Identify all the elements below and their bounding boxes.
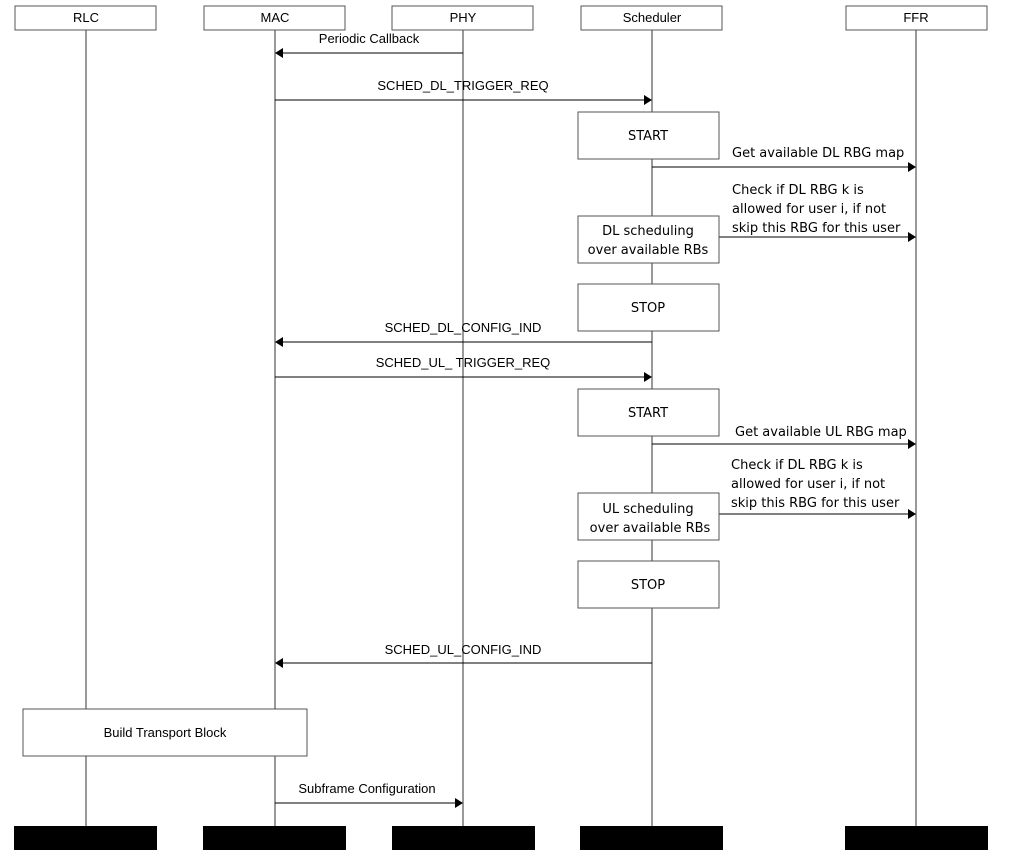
participant-scheduler: Scheduler	[580, 5, 723, 31]
activity-ul-stop: STOP	[577, 560, 720, 609]
message-label: SCHED_UL_ TRIGGER_REQ	[376, 355, 551, 370]
participant-ffr: FFR	[845, 5, 988, 31]
activity-dl-scheduling: DL scheduling over available RBs	[577, 215, 720, 264]
participant-label: Scheduler	[623, 10, 682, 25]
message-label: SCHED_DL_CONFIG_IND	[385, 320, 542, 335]
activity-label: Build Transport Block	[104, 725, 227, 740]
message-label: Periodic Callback	[319, 31, 420, 46]
activity-build-transport-block: Build Transport Block	[22, 708, 308, 757]
message-check-ul-rbg: Check if DL RBG k is allowed for user i,…	[719, 458, 916, 519]
message-subframe-configuration: Subframe Configuration	[275, 781, 463, 808]
message-label: Get available DL RBG map	[732, 146, 904, 161]
participant-label: FFR	[903, 10, 928, 25]
lifeline-end-scheduler	[580, 826, 723, 850]
message-label: SCHED_UL_CONFIG_IND	[385, 642, 542, 657]
message-label-line: Check if DL RBG k is	[731, 458, 863, 473]
message-periodic-callback: Periodic Callback	[275, 31, 463, 58]
activity-label-line: over available RBs	[590, 521, 711, 536]
message-label: SCHED_DL_TRIGGER_REQ	[377, 78, 548, 93]
message-sched-ul-config-ind: SCHED_UL_CONFIG_IND	[275, 642, 652, 668]
participant-mac: MAC	[203, 5, 346, 31]
activity-label: STOP	[631, 578, 665, 593]
lifeline-end-phy	[392, 826, 535, 850]
lifeline-end-ffr	[845, 826, 988, 850]
activity-label: STOP	[631, 301, 665, 316]
participant-label: PHY	[450, 10, 477, 25]
message-label-line: skip this RBG for this user	[732, 221, 901, 236]
activity-dl-stop: STOP	[577, 283, 720, 332]
message-label: Subframe Configuration	[298, 781, 435, 796]
activity-dl-start: START	[577, 111, 720, 160]
message-label-line: skip this RBG for this user	[731, 496, 900, 511]
lifeline-end-mac	[203, 826, 346, 850]
message-check-dl-rbg: Check if DL RBG k is allowed for user i,…	[719, 183, 916, 242]
activity-ul-scheduling: UL scheduling over available RBs	[577, 492, 720, 541]
message-label: Get available UL RBG map	[735, 425, 907, 440]
participant-phy: PHY	[391, 5, 534, 31]
message-label-line: allowed for user i, if not	[731, 477, 885, 492]
participant-label: RLC	[73, 10, 99, 25]
activity-label-line: UL scheduling	[602, 502, 693, 517]
sequence-diagram: RLC MAC PHY Scheduler FFR Periodic Callb…	[14, 5, 988, 850]
participant-rlc: RLC	[14, 5, 157, 31]
activity-ul-start: START	[577, 388, 720, 437]
activity-label-line: DL scheduling	[602, 224, 694, 239]
activity-label: START	[628, 406, 668, 421]
lifeline-end-rlc	[14, 826, 157, 850]
participant-label: MAC	[261, 10, 290, 25]
message-label-line: allowed for user i, if not	[732, 202, 886, 217]
activity-label: START	[628, 129, 668, 144]
activity-label-line: over available RBs	[588, 243, 709, 258]
message-label-line: Check if DL RBG k is	[732, 183, 864, 198]
